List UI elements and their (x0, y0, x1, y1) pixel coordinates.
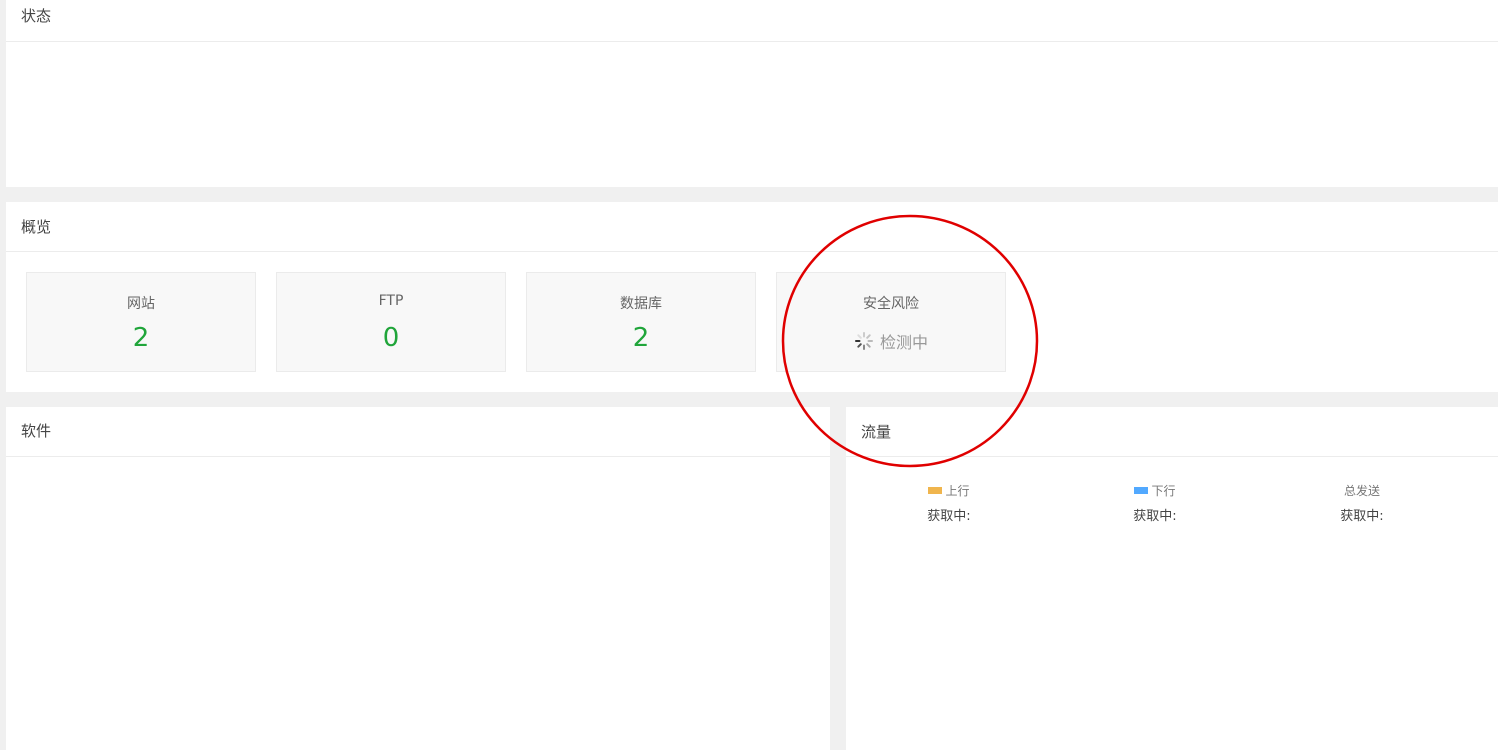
download-swatch (1134, 486, 1149, 494)
upload-swatch (928, 486, 943, 494)
traffic-panel-title: 流量 (861, 423, 892, 441)
software-panel: 软件 (6, 407, 830, 750)
overview-card-label: 安全风险 (863, 296, 919, 312)
traffic-total-value: 获取中: (1340, 509, 1384, 524)
traffic-upload-legend: 上行 (889, 481, 1009, 499)
traffic-download: 下行 获取中: (1095, 481, 1215, 525)
security-risk-loading-text: 检测中 (879, 333, 928, 352)
security-risk-status: 检测中 (777, 329, 1005, 353)
overview-card-ftp[interactable]: FTP 0 (276, 272, 506, 372)
overview-card-value[interactable]: 2 (527, 323, 755, 353)
overview-panel-divider (6, 251, 1498, 252)
traffic-total-sent: 总发送 获取中: (1302, 481, 1422, 525)
traffic-upload-value: 获取中: (927, 509, 971, 524)
overview-card-value[interactable]: 2 (27, 323, 255, 353)
traffic-total-legend: 总发送 (1302, 481, 1422, 499)
overview-card-database[interactable]: 数据库 2 (526, 272, 756, 372)
overview-card-security-risk[interactable]: 安全风险 检测中 (776, 272, 1006, 372)
overview-card-label: 数据库 (620, 296, 662, 312)
traffic-total-label: 总发送 (1343, 483, 1380, 498)
status-panel-title: 状态 (21, 7, 52, 25)
overview-panel-title: 概览 (21, 218, 52, 236)
overview-card-value[interactable]: 0 (277, 323, 505, 353)
traffic-upload-label: 上行 (945, 483, 970, 498)
traffic-download-value: 获取中: (1133, 509, 1177, 524)
overview-card-sites[interactable]: 网站 2 (26, 272, 256, 372)
status-panel: 状态 (6, 0, 1498, 187)
overview-card-label: 网站 (127, 296, 155, 312)
overview-panel: 概览 网站 2 FTP 0 数据库 2 安全风险 检测中 (6, 202, 1498, 392)
traffic-upload: 上行 获取中: (889, 481, 1009, 525)
traffic-download-legend: 下行 (1095, 481, 1215, 499)
spinner-icon (854, 331, 874, 351)
status-panel-divider (6, 41, 1498, 42)
traffic-download-label: 下行 (1151, 483, 1176, 498)
overview-card-label: FTP (378, 293, 404, 309)
traffic-panel-divider (846, 456, 1498, 457)
software-panel-title: 软件 (21, 422, 52, 440)
software-panel-divider (6, 456, 830, 457)
traffic-panel: 流量 上行 获取中: 下行 获取中: 总发送 获取中: (846, 407, 1498, 750)
